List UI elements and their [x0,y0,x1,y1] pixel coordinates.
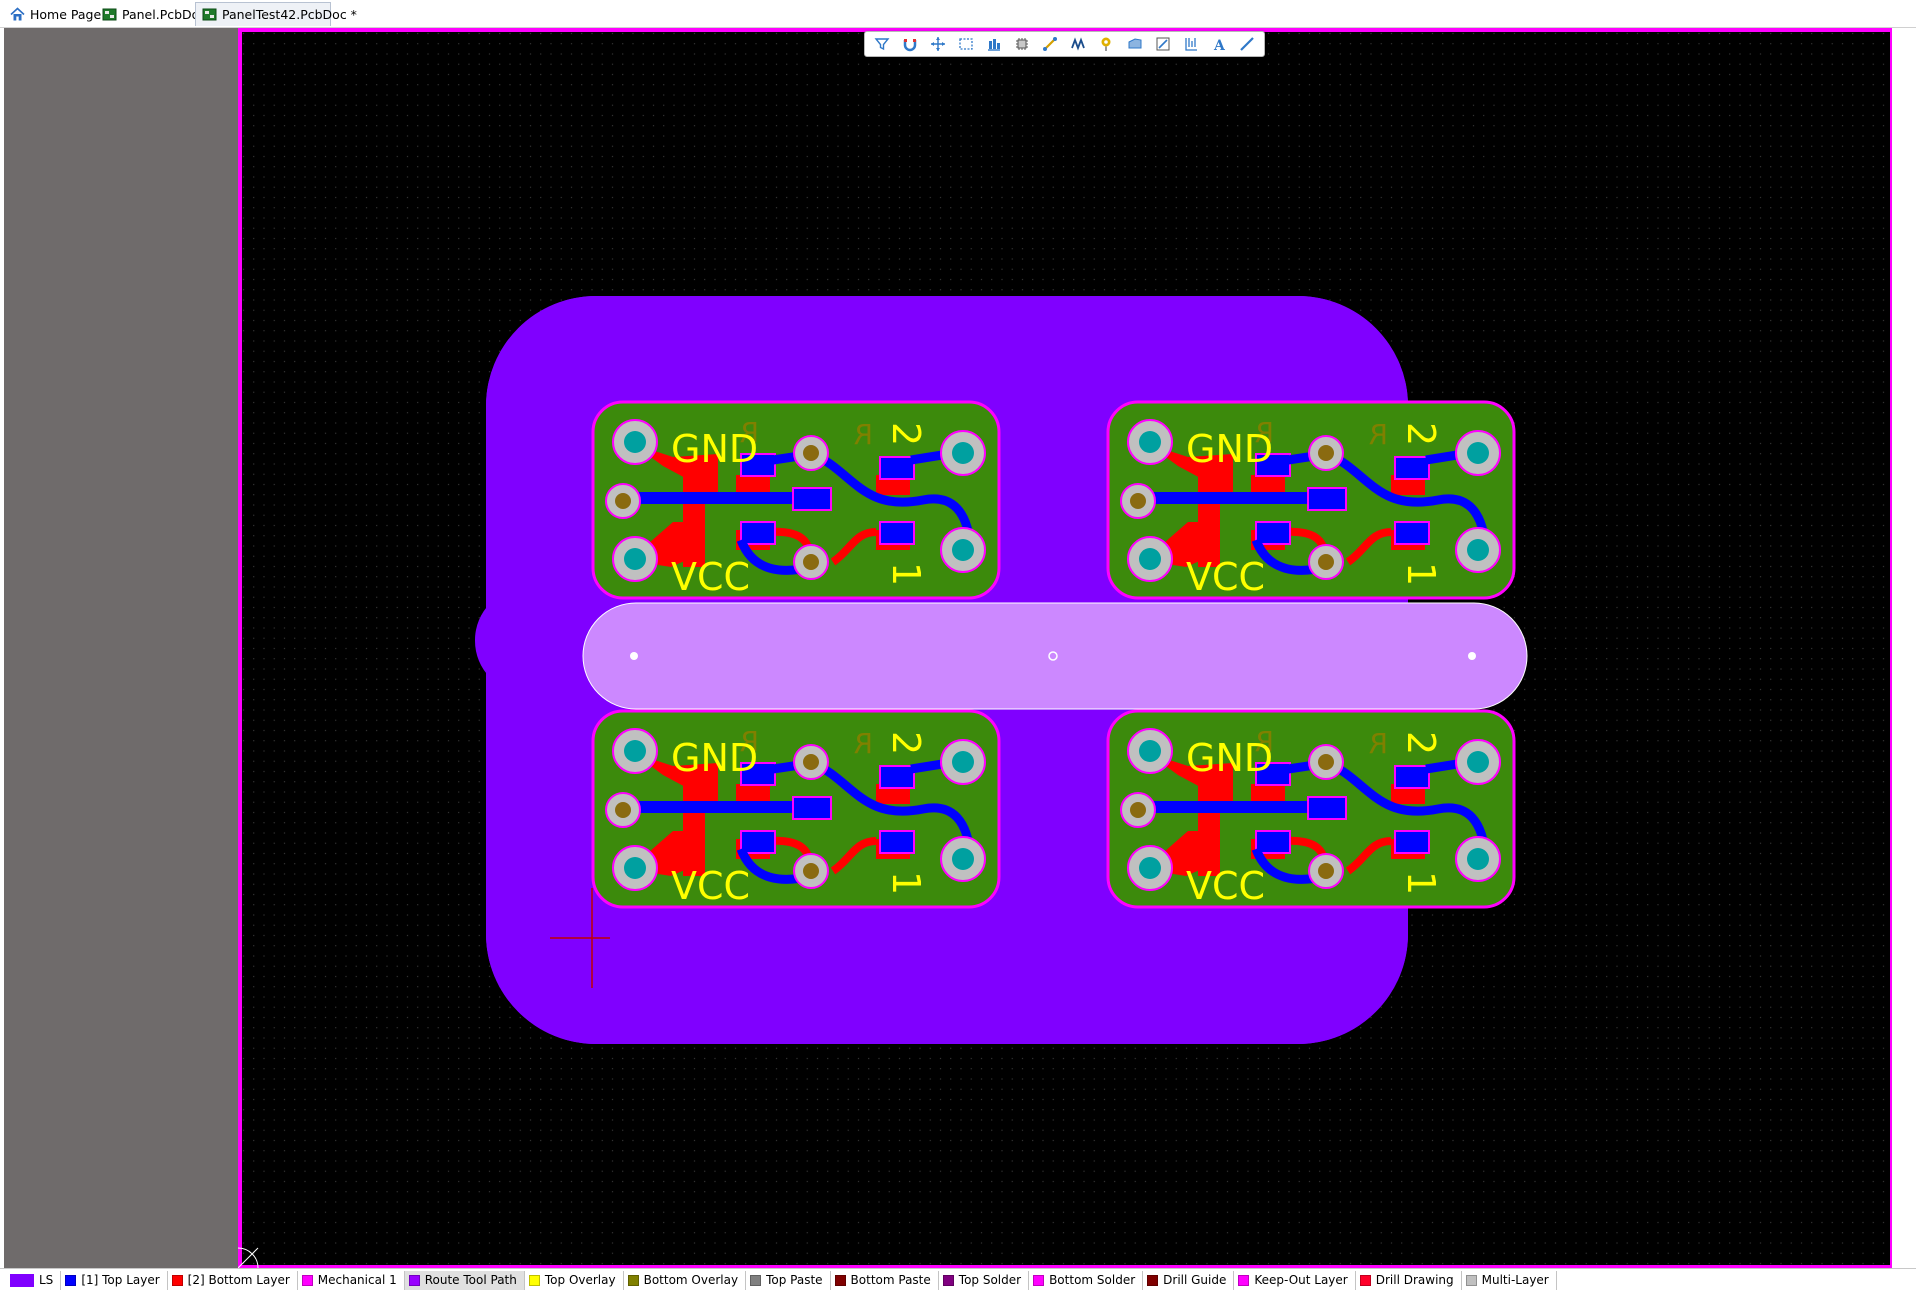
silkscreen-gnd: GND [1186,427,1273,471]
layer-tab-label: Mechanical 1 [317,1273,397,1287]
board-instance[interactable]: GND VCC 2 1 [593,711,999,908]
workspace-outside-area [4,28,238,1268]
layer-tab-top-paste[interactable]: Top Paste [746,1270,831,1290]
layer-tab-list: [1] Top Layer [2] Bottom Layer Mechanical … [61,1270,1557,1290]
layer-tab-route-tool-path[interactable]: Route Tool Path [404,1270,525,1290]
tab-panel-pcbdoc[interactable]: Panel.PcbDoc [96,2,206,26]
layer-tab-label: Bottom Paste [850,1273,931,1287]
polygon-pour-icon[interactable] [1124,33,1146,55]
snap-magnet-icon[interactable] [899,33,921,55]
layer-color-swatch [65,1274,77,1286]
layer-set-swatch [10,1273,34,1287]
pcb-canvas[interactable]: R R GND [238,28,1892,1268]
layer-tab-bottom-overlay[interactable]: Bottom Overlay [624,1270,747,1290]
layer-tab-drill-drawing[interactable]: Drill Drawing [1356,1270,1462,1290]
interactive-route-icon[interactable] [1039,33,1061,55]
tooling-hole [630,652,638,660]
home-icon [10,6,25,22]
move-cross-icon[interactable] [927,33,949,55]
layer-tab-bottom-paste[interactable]: Bottom Paste [831,1270,939,1290]
pcb-document-icon [202,7,217,22]
layer-tab-label: Bottom Overlay [643,1273,739,1287]
place-component-icon[interactable] [1011,33,1033,55]
layer-tab-label: Keep-Out Layer [1254,1273,1348,1287]
silkscreen-pin1: 1 [1399,562,1443,586]
layer-set-label: LS [39,1273,54,1287]
layer-tab-label: Top Overlay [544,1273,616,1287]
active-bar-toolbar: A [864,31,1265,57]
layer-tab-label: Route Tool Path [424,1273,517,1287]
place-track-icon[interactable] [1236,33,1258,55]
layer-color-swatch [301,1274,313,1286]
layer-tab-bottom-solder[interactable]: Bottom Solder [1029,1270,1144,1290]
silkscreen-pin1: 1 [1399,871,1443,895]
silkscreen-pin2: 2 [884,731,928,755]
layer-set-button[interactable]: LS [6,1270,62,1290]
silkscreen-gnd: GND [1186,736,1273,780]
layer-tab-label: [2] Bottom Layer [187,1273,290,1287]
layer-tab-label: Bottom Solder [1049,1273,1136,1287]
layer-color-swatch [1147,1274,1159,1286]
layer-color-swatch [834,1274,846,1286]
layer-tab-label: Drill Drawing [1375,1273,1454,1287]
align-icon[interactable] [983,33,1005,55]
silkscreen-pin1: 1 [884,871,928,895]
silkscreen-pin2: 2 [1399,422,1443,446]
layer-color-swatch [627,1274,639,1286]
silkscreen-pin2: 2 [1399,731,1443,755]
layer-tab-keep-out-layer[interactable]: Keep-Out Layer [1234,1270,1356,1290]
silkscreen-vcc: VCC [1186,555,1265,599]
layer-tab-label: Top Solder [958,1273,1022,1287]
pcb-document-icon [102,7,117,22]
dimension-icon[interactable] [1180,33,1202,55]
silkscreen-vcc: VCC [671,555,750,599]
layer-tab-2-bottom-layer[interactable]: [2] Bottom Layer [168,1270,298,1290]
layer-tab-drill-guide[interactable]: Drill Guide [1143,1270,1235,1290]
document-tab-bar: Home Page Panel.PcbDoc PanelTest42.PcbDo… [0,0,1916,28]
differential-pair-icon[interactable] [1067,33,1089,55]
layer-tab-label: Drill Guide [1163,1273,1227,1287]
silkscreen-gnd: GND [671,427,758,471]
silkscreen-gnd: GND [671,736,758,780]
layer-color-swatch [528,1274,540,1286]
layer-tabs-bar: LS [1] Top Layer [2] Bottom Layer Mechanic… [0,1268,1916,1291]
layer-color-swatch [1033,1274,1045,1286]
silkscreen-vcc: VCC [671,864,750,908]
select-rect-icon[interactable] [955,33,977,55]
layer-tab-label: Top Paste [766,1273,823,1287]
layer-color-swatch [1359,1274,1371,1286]
filter-icon[interactable] [871,33,893,55]
layer-color-swatch [750,1274,762,1286]
silkscreen-pin2: 2 [884,422,928,446]
layer-tab-label: Multi-Layer [1481,1273,1549,1287]
layer-tab-top-overlay[interactable]: Top Overlay [525,1270,624,1290]
silkscreen-pin1: 1 [884,562,928,586]
board-instance[interactable]: GND VCC 2 1 [1108,402,1514,599]
board-instance[interactable]: GND VCC 2 1 [1108,711,1514,908]
tooling-hole [1048,651,1058,661]
silkscreen-vcc: VCC [1186,864,1265,908]
place-line-icon[interactable] [1152,33,1174,55]
tab-paneltest42-pcbdoc[interactable]: PanelTest42.PcbDoc * [195,2,357,26]
tab-label: Home Page [30,6,102,22]
place-text-icon[interactable]: A [1208,33,1230,55]
layer-color-swatch [1465,1274,1477,1286]
layer-tab-multi-layer[interactable]: Multi-Layer [1462,1270,1557,1290]
layer-tab-1-top-layer[interactable]: [1] Top Layer [61,1270,168,1290]
svg-text:A: A [1213,38,1226,52]
pcb-drawing: R R GND [238,28,1892,1268]
layer-tab-top-solder[interactable]: Top Solder [939,1270,1030,1290]
tooling-hole [1468,652,1476,660]
layer-color-swatch [1238,1274,1250,1286]
tab-label: PanelTest42.PcbDoc * [222,7,357,22]
tab-home-page[interactable]: Home Page [4,2,101,26]
layer-color-swatch [408,1274,420,1286]
place-via-icon[interactable] [1096,33,1118,55]
layer-tab-label: [1] Top Layer [81,1273,160,1287]
layer-color-swatch [942,1274,954,1286]
board-instance[interactable]: GND VCC 2 1 [593,402,999,599]
tab-label: Panel.PcbDoc [122,6,207,22]
layer-tab-mechanical-1[interactable]: Mechanical 1 [298,1270,405,1290]
layer-color-swatch [171,1274,183,1286]
